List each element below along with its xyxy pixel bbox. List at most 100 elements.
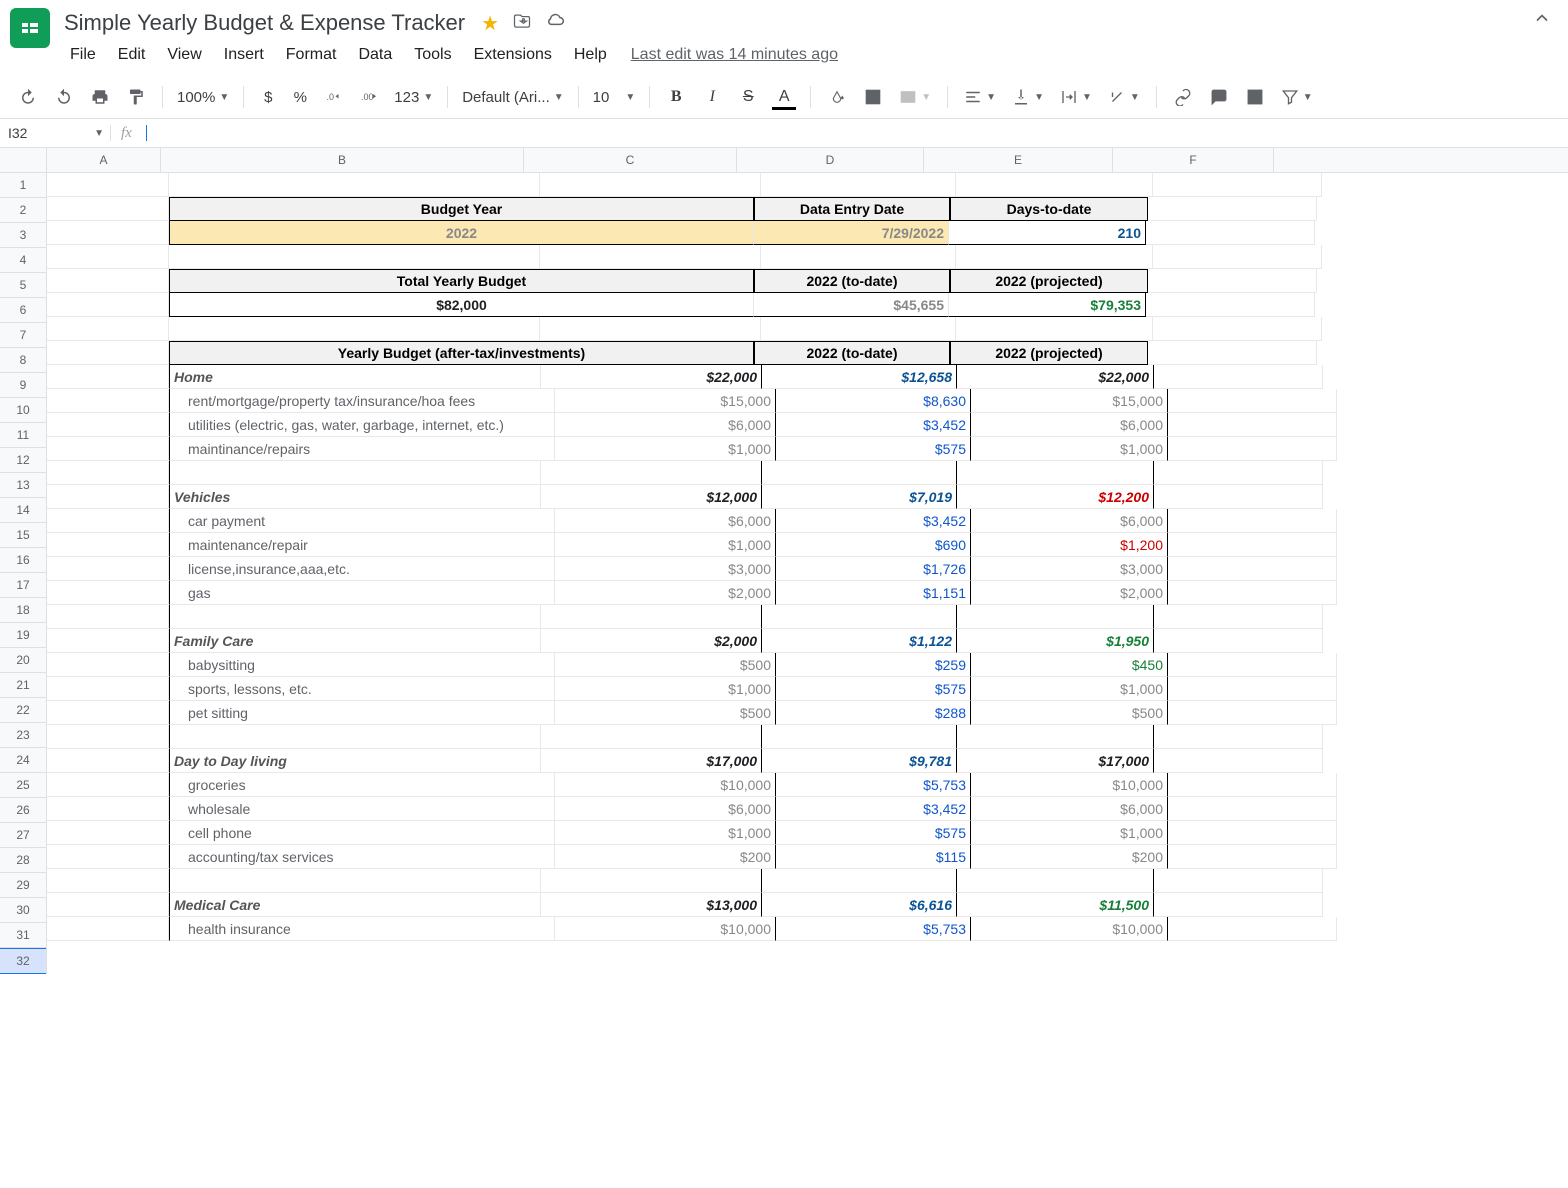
cell[interactable] <box>47 341 169 365</box>
menu-view[interactable]: View <box>159 42 209 68</box>
cell-val[interactable]: $288 <box>776 701 971 725</box>
print-icon[interactable] <box>84 82 116 112</box>
row-head[interactable]: 3 <box>0 223 46 248</box>
menu-file[interactable]: File <box>62 42 104 68</box>
paint-format-icon[interactable] <box>120 82 152 112</box>
text-color-icon[interactable]: A <box>768 82 800 112</box>
row-head[interactable]: 14 <box>0 498 46 523</box>
cell-val[interactable]: $1,200 <box>971 533 1168 557</box>
cell[interactable] <box>956 317 1153 341</box>
cell[interactable] <box>1168 797 1337 821</box>
bold-icon[interactable]: B <box>660 82 692 112</box>
cell-val[interactable]: $3,452 <box>776 797 971 821</box>
link-icon[interactable] <box>1167 82 1199 112</box>
cell[interactable] <box>1154 893 1323 917</box>
cell-val[interactable]: $500 <box>555 653 776 677</box>
row-head[interactable]: 20 <box>0 648 46 673</box>
cell[interactable] <box>762 605 957 629</box>
cell-sub[interactable]: maintinance/repairs <box>169 437 555 461</box>
cell[interactable] <box>47 317 169 341</box>
cell-tyb[interactable]: $82,000 <box>169 293 754 317</box>
percent-button[interactable]: % <box>286 85 314 110</box>
cell[interactable] <box>47 293 169 317</box>
spreadsheet-grid[interactable]: A B C D E F 1 2 3 4 5 6 7 8 9 10 11 12 1… <box>0 148 1568 974</box>
cell-val[interactable]: $22,000 <box>541 365 762 389</box>
cell-td[interactable]: $45,655 <box>754 293 949 317</box>
collapse-icon[interactable] <box>1532 8 1552 33</box>
cell-data-entry-hdr[interactable]: Data Entry Date <box>754 197 950 221</box>
comment-icon[interactable] <box>1203 82 1235 112</box>
cell[interactable] <box>169 173 540 197</box>
cell-val[interactable]: $11,500 <box>957 893 1154 917</box>
cell[interactable] <box>540 173 761 197</box>
cell[interactable] <box>1168 533 1337 557</box>
cell[interactable] <box>1168 581 1337 605</box>
menu-data[interactable]: Data <box>350 42 400 68</box>
cell-val[interactable]: $200 <box>971 845 1168 869</box>
cell[interactable] <box>1154 725 1323 749</box>
cell-val[interactable]: $7,019 <box>762 485 957 509</box>
cell-val[interactable]: $17,000 <box>541 749 762 773</box>
col-F[interactable]: F <box>1113 148 1274 172</box>
cell[interactable] <box>47 893 169 917</box>
cell-val[interactable]: $2,000 <box>541 629 762 653</box>
cell-sub[interactable]: pet sitting <box>169 701 555 725</box>
menu-format[interactable]: Format <box>278 42 345 68</box>
row-head[interactable]: 13 <box>0 473 46 498</box>
cell[interactable] <box>761 173 956 197</box>
cell[interactable] <box>47 701 169 725</box>
cell[interactable] <box>762 869 957 893</box>
row-head[interactable]: 25 <box>0 773 46 798</box>
borders-icon[interactable] <box>857 82 889 112</box>
fontsize-select[interactable]: 10▼ <box>589 85 640 110</box>
cell-val[interactable]: $10,000 <box>555 917 776 941</box>
cell-val[interactable]: $3,000 <box>555 557 776 581</box>
menu-extensions[interactable]: Extensions <box>466 42 560 68</box>
cell[interactable] <box>1168 509 1337 533</box>
cell-val[interactable]: $6,000 <box>971 413 1168 437</box>
row-head[interactable]: 10 <box>0 398 46 423</box>
cell-sub[interactable]: gas <box>169 581 555 605</box>
cell[interactable] <box>1154 485 1323 509</box>
last-edit-link[interactable]: Last edit was 14 minutes ago <box>631 46 838 64</box>
row-head[interactable]: 18 <box>0 598 46 623</box>
cell-budget-year[interactable]: 2022 <box>169 221 754 245</box>
cell[interactable] <box>169 725 541 749</box>
cell[interactable] <box>47 629 169 653</box>
cell[interactable] <box>47 677 169 701</box>
cell[interactable] <box>1148 269 1317 293</box>
cell[interactable] <box>957 725 1154 749</box>
cell-val[interactable]: $5,753 <box>776 773 971 797</box>
row-head[interactable]: 32 <box>0 948 46 974</box>
cell-sub[interactable]: accounting/tax services <box>169 845 555 869</box>
cell-sub[interactable]: rent/mortgage/property tax/insurance/hoa… <box>169 389 555 413</box>
row-head[interactable]: 28 <box>0 848 46 873</box>
cell[interactable] <box>1154 365 1323 389</box>
cell[interactable] <box>541 461 762 485</box>
cell[interactable] <box>47 581 169 605</box>
cell[interactable] <box>1168 701 1337 725</box>
cell-val[interactable]: $13,000 <box>541 893 762 917</box>
cell-val[interactable]: $200 <box>555 845 776 869</box>
cell-val[interactable]: $1,000 <box>971 677 1168 701</box>
cell[interactable] <box>47 269 169 293</box>
cell[interactable] <box>47 197 169 221</box>
cells-area[interactable]: Budget Year Data Entry Date Days-to-date… <box>47 173 1337 974</box>
menu-tools[interactable]: Tools <box>406 42 459 68</box>
cell[interactable] <box>1154 461 1323 485</box>
sheets-logo[interactable] <box>10 8 50 48</box>
row-head[interactable]: 7 <box>0 323 46 348</box>
cell[interactable] <box>1153 245 1322 269</box>
cell[interactable] <box>1148 197 1317 221</box>
formula-cursor[interactable] <box>146 125 147 141</box>
cell[interactable] <box>1168 557 1337 581</box>
cell[interactable] <box>1146 293 1315 317</box>
cell-val[interactable]: $450 <box>971 653 1168 677</box>
row-head[interactable]: 2 <box>0 198 46 223</box>
cell[interactable] <box>1146 221 1315 245</box>
row-head[interactable]: 4 <box>0 248 46 273</box>
row-head[interactable]: 8 <box>0 348 46 373</box>
row-head[interactable]: 27 <box>0 823 46 848</box>
cell-val[interactable]: $12,658 <box>762 365 957 389</box>
row-head[interactable]: 17 <box>0 573 46 598</box>
